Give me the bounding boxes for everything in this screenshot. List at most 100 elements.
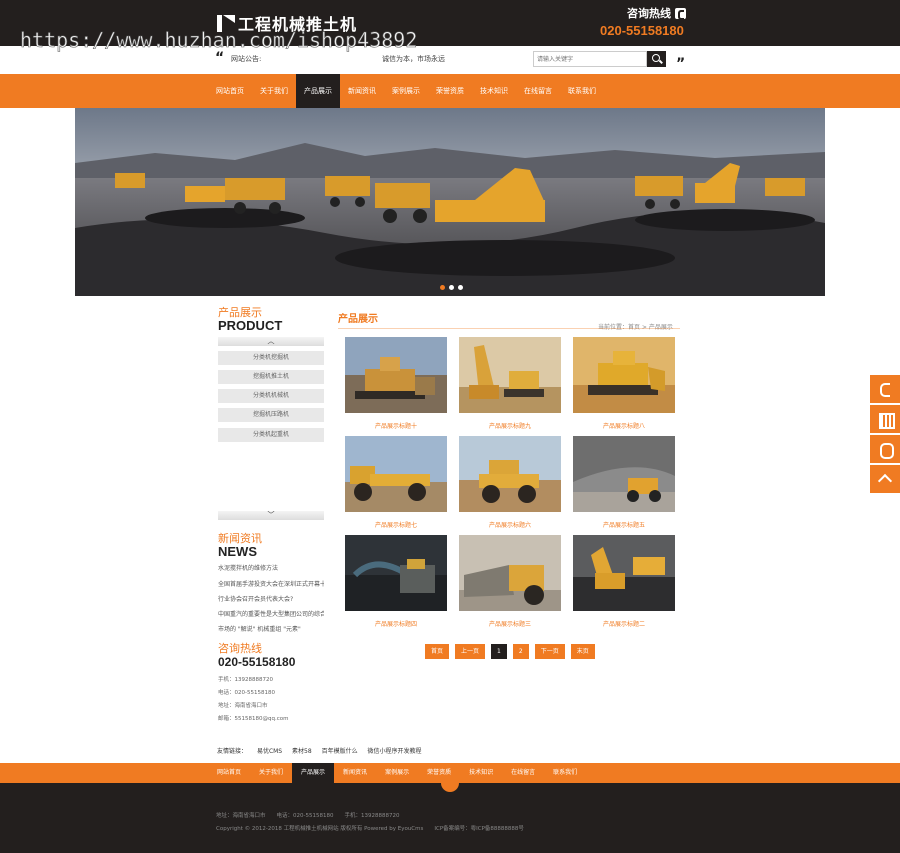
friend-link[interactable]: 易优CMS [257,748,282,755]
notice-text: 诚信为本，市场永远 [382,55,445,63]
product-caption[interactable]: 产品展示标题六 [459,520,561,529]
pagination: 首页 上一页 1 2 下一页 末页 [425,644,595,659]
banner-dot[interactable] [440,285,445,290]
footer-nav-item[interactable]: 产品展示 [292,763,335,783]
chevron-down-icon: ﹀ [267,511,275,519]
news-item[interactable]: 水泥搅拌机的维修方法 [218,563,324,572]
phone-icon[interactable] [870,375,900,403]
product-card[interactable]: 产品展示标题四 [345,535,447,628]
banner-image [75,108,825,296]
contact-email: 邮箱：55158180@qq.com [218,716,289,722]
contact-mobile: 手机：13928888720 [218,677,273,683]
footer-nav-item[interactable]: 联系我们 [544,763,586,783]
phone-icon [675,7,686,20]
hotline-number: 020-55158180 [600,23,684,38]
footer-address: 地址：海南省海口市 电话：020-55158180 手机：13928888720 [216,813,400,819]
footer-nav-item[interactable]: 关于我们 [250,763,292,783]
product-card[interactable]: 产品展示标题八 [573,337,675,430]
nav-item-honors[interactable]: 荣誉资质 [428,74,472,108]
category-item[interactable]: 分类机挖掘机 [218,351,324,365]
product-image [573,535,675,611]
product-image [459,436,561,512]
product-card[interactable]: 产品展示标题五 [573,436,675,529]
product-caption[interactable]: 产品展示标题三 [459,619,561,628]
footer-nav-item[interactable]: 技术知识 [460,763,502,783]
product-caption[interactable]: 产品展示标题七 [345,520,447,529]
pager-next-button[interactable]: 下一页 [534,644,565,659]
category-scroll-up-button[interactable]: ︿ [218,337,324,346]
banner-dot[interactable] [458,285,463,290]
pager-prev-button[interactable]: 上一页 [455,644,486,659]
friend-links-label: 友情链接： [217,748,248,755]
pager-first-button[interactable]: 首页 [425,644,450,659]
product-caption[interactable]: 产品展示标题四 [345,619,447,628]
product-caption[interactable]: 产品展示标题八 [573,421,675,430]
footer-copyright: Copyright © 2012-2018 工程机械推土机械网站 版权所有 Po… [216,826,524,832]
product-card[interactable]: 产品展示标题十 [345,337,447,430]
product-card[interactable]: 产品展示标题六 [459,436,561,529]
nav-item-home[interactable]: 网站首页 [208,74,252,108]
footer-nav-item[interactable]: 在线留言 [502,763,544,783]
watermark-text: https://www.huzhan.com/ishop43892 [20,28,418,53]
product-caption[interactable]: 产品展示标题二 [573,619,675,628]
main-section-title: 产品展示 [338,314,378,325]
product-caption[interactable]: 产品展示标题五 [573,520,675,529]
news-sidebar-en: NEWS [218,544,257,559]
footer-nav-item[interactable]: 新闻资讯 [334,763,376,783]
nav-item-cases[interactable]: 案例展示 [384,74,428,108]
category-item[interactable]: 分类机起重机 [218,428,324,442]
product-caption[interactable]: 产品展示标题十 [345,421,447,430]
pager-page[interactable]: 2 [512,644,529,659]
category-scroll-down-button[interactable]: ﹀ [218,511,324,520]
contact-phone: 电话：020-55158180 [218,690,275,696]
product-image [573,436,675,512]
pager-page[interactable]: 1 [491,644,507,659]
friend-link[interactable]: 素材58 [292,748,312,755]
banner-dots [440,285,463,290]
category-item[interactable]: 分类机机械机 [218,389,324,403]
qq-icon[interactable] [870,435,900,463]
product-card[interactable]: 产品展示标题三 [459,535,561,628]
qrcode-icon[interactable] [870,405,900,433]
header-hotline: 咨询热线 020-55158180 [600,5,700,38]
news-item[interactable]: 全国首届手游投资大会在深圳正式开幕十强... [218,579,324,588]
contact-sidebar-title: 咨询热线 [218,642,262,655]
floating-toolbar [870,375,900,495]
back-to-top-icon[interactable] [870,465,900,493]
product-card[interactable]: 产品展示标题二 [573,535,675,628]
nav-item-message[interactable]: 在线留言 [516,74,560,108]
product-image [459,535,561,611]
news-item[interactable]: 行业协会召开会员代表大会? [218,594,324,603]
nav-item-products[interactable]: 产品展示 [296,74,340,108]
news-item[interactable]: 市场的 "解说" 机械重组 "元素" [218,624,324,633]
category-item[interactable]: 挖掘机推土机 [218,370,324,384]
category-item[interactable]: 挖掘机压路机 [218,408,324,422]
footer [0,783,900,853]
footer-nav-item[interactable]: 案例展示 [376,763,418,783]
nav-item-about[interactable]: 关于我们 [252,74,296,108]
banner-dot[interactable] [449,285,454,290]
product-sidebar-en: PRODUCT [218,318,283,333]
nav-item-tech[interactable]: 技术知识 [472,74,516,108]
nav-item-news[interactable]: 新闻资讯 [340,74,384,108]
main-nav: 网站首页 关于我们 产品展示 新闻资讯 案例展示 荣誉资质 技术知识 在线留言 … [0,74,900,108]
news-item[interactable]: 中国重汽的重要性是大型集团公司的综合... [218,609,324,618]
hotline-label: 咨询热线 [627,7,671,20]
search-input[interactable] [533,51,647,67]
nav-item-contact[interactable]: 联系我们 [560,74,604,108]
breadcrumb: 当前位置：首页 > 产品展示 [598,324,673,331]
pager-last-button[interactable]: 末页 [570,644,595,659]
chevron-up-icon: ︿ [267,337,275,345]
search-button[interactable] [647,51,666,67]
product-image [345,535,447,611]
product-card[interactable]: 产品展示标题九 [459,337,561,430]
friend-link[interactable]: 百年模版什么 [322,748,358,755]
footer-nav-item[interactable]: 网站首页 [208,763,250,783]
friend-links: 友情链接： 易优CMS 素材58 百年模版什么 微信小程序开发教程 [217,746,430,755]
hero-banner[interactable] [75,108,825,296]
product-image [459,337,561,413]
product-caption[interactable]: 产品展示标题九 [459,421,561,430]
product-image [573,337,675,413]
friend-link[interactable]: 微信小程序开发教程 [368,748,422,755]
product-card[interactable]: 产品展示标题七 [345,436,447,529]
